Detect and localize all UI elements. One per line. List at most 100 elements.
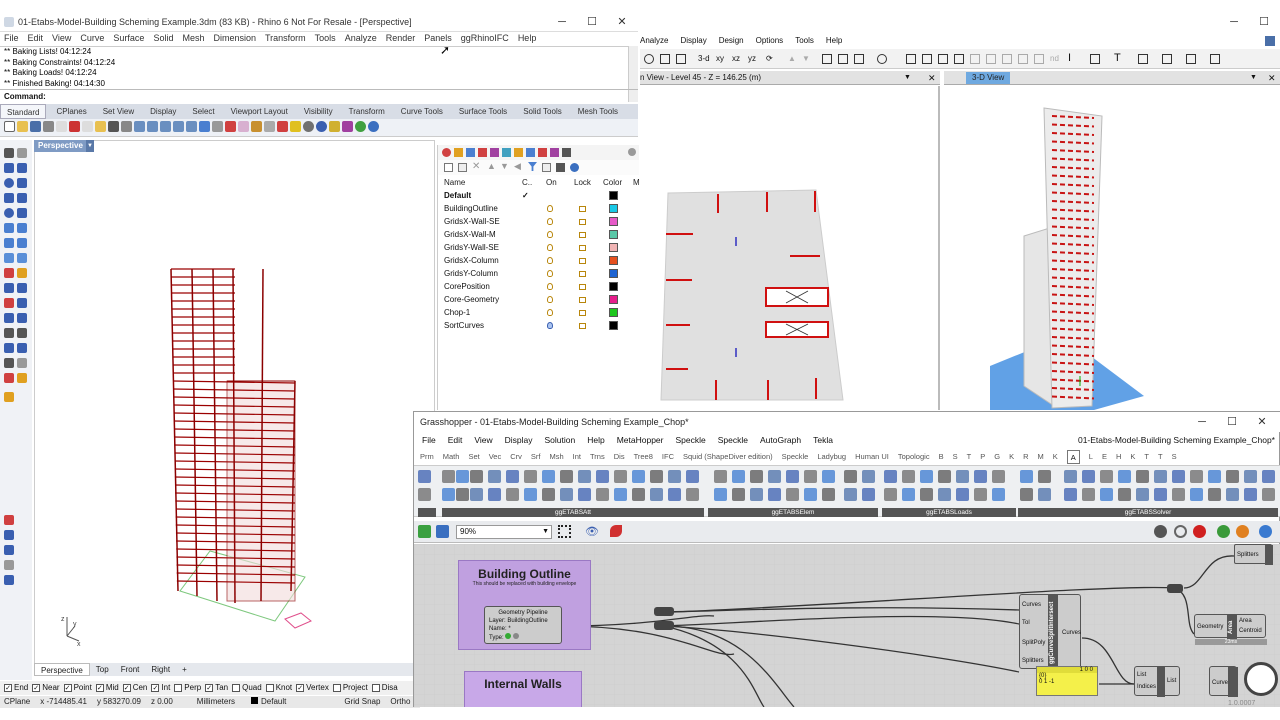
gh-component-icon[interactable] [956,488,969,501]
command-prompt[interactable]: Command: [0,89,638,102]
gh-component-icon[interactable] [1100,488,1113,501]
options-icon[interactable] [329,121,340,132]
gh-tab[interactable]: T [967,450,972,464]
gh-component-icon[interactable] [862,488,875,501]
copy-transform-icon[interactable] [17,283,27,293]
lightbulb-icon[interactable] [547,218,553,225]
gh-component-icon[interactable] [596,488,609,501]
lightbulb-icon[interactable] [547,283,553,290]
maximize-icon[interactable]: ☐ [577,12,607,32]
tab-solid-tools[interactable]: Solid Tools [517,104,568,119]
header-name[interactable]: Name [444,176,465,189]
gh-tab[interactable]: K [1053,450,1058,464]
help-icon[interactable] [368,121,379,132]
osnap-end[interactable]: ✓ End [4,681,28,695]
gh-tab[interactable]: Topologic [898,450,930,464]
gh-component-icon[interactable] [1100,470,1113,483]
text-tool-icon[interactable]: I [1068,52,1071,64]
lock-icon[interactable] [579,258,586,264]
menu-ggrhinoifc[interactable]: ggRhinoIFC [461,33,509,46]
lightbulb-icon[interactable] [547,231,553,238]
tab-top[interactable]: Top [90,663,115,676]
output-curves[interactable]: Curves [1062,629,1081,637]
gh-component-icon[interactable] [1136,488,1149,501]
cylinder-icon[interactable] [4,253,14,263]
layer-row[interactable]: Chop-1 [438,306,639,319]
osnap-int[interactable]: ✓ Int [151,681,170,695]
grid-icon[interactable] [212,121,223,132]
properties-tab-icon[interactable] [442,148,451,157]
gh-component-icon[interactable] [822,488,835,501]
gh-component-icon[interactable] [1226,470,1239,483]
gh-tab[interactable]: Dis [614,450,625,464]
lightbulb-icon[interactable] [547,205,553,212]
gh-component-icon[interactable] [884,488,897,501]
output-list[interactable]: List [1167,677,1176,685]
etabs-menu-display[interactable]: Display [680,34,706,48]
header-on[interactable]: On [546,176,557,189]
box-icon[interactable] [4,238,14,248]
history-tool-icon[interactable] [4,545,14,555]
tab-transform[interactable]: Transform [343,104,391,119]
gh-component-icon[interactable] [786,470,799,483]
checkbox[interactable] [332,683,341,692]
gumball-icon[interactable] [4,515,14,525]
assign-frame-icon[interactable] [1090,54,1100,64]
gh-component-icon[interactable] [632,470,645,483]
gh-component-icon[interactable] [1020,470,1033,483]
lightbulb-icon[interactable] [547,309,553,316]
save-icon[interactable] [30,121,41,132]
polygon-icon[interactable] [17,193,27,203]
cut-icon[interactable] [69,121,80,132]
osnap-perp[interactable]: Perp [174,681,201,695]
gh-menu-speckle[interactable]: Speckle [676,433,706,448]
osnap-quad[interactable]: Quad [232,681,262,695]
lock-icon[interactable] [579,206,586,212]
lock-icon[interactable] [579,323,586,329]
3d-view-dropdown-icon[interactable]: ▼ [1250,71,1257,85]
gh-component-icon[interactable] [456,488,469,501]
gh-tab[interactable]: IFC [662,450,674,464]
gh-component-icon[interactable] [956,470,969,483]
draw-point-icon[interactable] [906,54,916,64]
plan-view-tab[interactable]: n View - Level 45 - Z = 146.25 (m) ▼ ✕ [640,71,940,85]
checkbox[interactable]: ✓ [95,683,104,692]
lock-icon[interactable] [579,219,586,225]
gh-component-icon[interactable] [578,488,591,501]
points-icon[interactable] [238,121,249,132]
tab-perspective[interactable]: Perspective [34,663,90,676]
gh-tab[interactable]: Trns [590,450,605,464]
output-centroid[interactable]: Centroid [1239,627,1262,635]
menu-analyze[interactable]: Analyze [345,33,377,46]
osnap-project[interactable]: Project [332,681,368,695]
lightbulb-icon[interactable] [547,257,553,264]
gh-menu-solution[interactable]: Solution [545,433,576,448]
lock-icon[interactable] [579,310,586,316]
gh-component-icon[interactable] [844,488,857,501]
navigation-compass[interactable] [1244,662,1278,696]
osnap-point[interactable]: ✓ Point [63,681,92,695]
splitters-component[interactable]: Splitters [1234,544,1273,565]
trash-icon[interactable] [4,560,14,570]
input-curves[interactable]: Curves [1022,601,1041,609]
gh-tab[interactable]: G [994,450,1000,464]
draw-frame-icon[interactable] [922,54,932,64]
gh-component-icon[interactable] [1262,488,1275,501]
menu-surface[interactable]: Surface [113,33,144,46]
input-splitters[interactable]: Splitters [1022,657,1044,665]
etabs-menu-options[interactable]: Options [756,34,784,48]
checkbox[interactable]: ✓ [205,683,214,692]
new-sublayer-icon[interactable] [458,163,467,172]
layer-row[interactable]: GridsY-Wall-SE [438,241,639,254]
gh-component-icon[interactable] [844,470,857,483]
gh-component-icon[interactable] [560,470,573,483]
input-geometry[interactable]: Geometry [1197,623,1223,631]
array-icon[interactable] [4,343,14,353]
gh-tab[interactable]: Speckle [782,450,809,464]
zoom-icon[interactable] [147,121,158,132]
gh-component-icon[interactable] [596,470,609,483]
gh-component-icon[interactable] [506,470,519,483]
materials-tab-icon[interactable] [478,148,487,157]
gh-menu-view[interactable]: View [474,433,492,448]
paste-icon[interactable] [95,121,106,132]
